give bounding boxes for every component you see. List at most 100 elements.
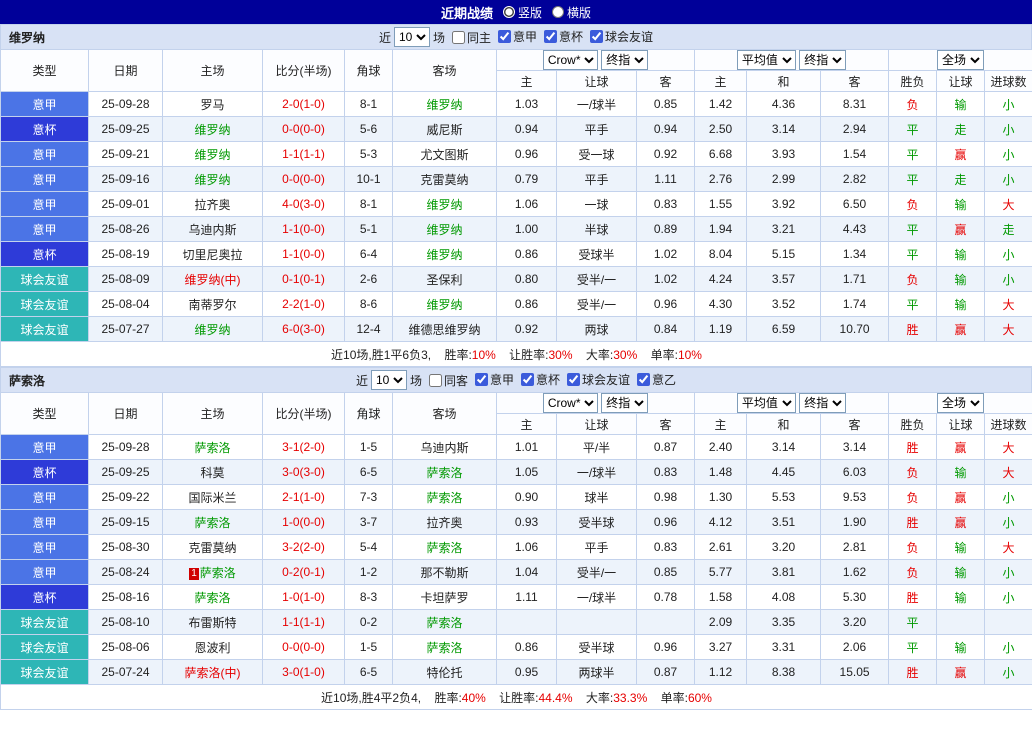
match-type-badge: 球会友谊 (1, 660, 89, 685)
vertical-layout-radio[interactable] (503, 6, 515, 18)
match-score: 3-1(2-0) (263, 435, 345, 460)
handicap-win-rate: 让胜率:44.4% (499, 691, 572, 705)
final-index-select[interactable]: 终指 (601, 50, 648, 70)
league-checkbox[interactable] (498, 30, 511, 43)
euro-odds-away: 6.03 (821, 460, 889, 485)
league-checkbox[interactable] (544, 30, 557, 43)
league-filter[interactable]: 意甲 (475, 371, 514, 388)
match-date: 25-09-01 (89, 192, 163, 217)
final-index-select[interactable]: 终指 (601, 393, 648, 413)
euro-odds-group: 平均值 终指 (695, 50, 889, 71)
away-team-name: 维罗纳 (426, 298, 462, 312)
match-score: 1-1(1-1) (263, 610, 345, 635)
result-group: 全场 (889, 393, 1032, 414)
league-filter[interactable]: 球会友谊 (590, 28, 653, 45)
handicap-odds-home: 0.79 (497, 167, 557, 192)
result-goals (985, 610, 1032, 635)
win-rate: 胜率:10% (444, 348, 495, 362)
handicap-line: 受半球 (557, 510, 637, 535)
away-team: 萨索洛 (393, 485, 497, 510)
same-venue-checkbox[interactable] (429, 374, 442, 387)
league-checkbox[interactable] (567, 373, 580, 386)
handicap-line: 两球 (557, 317, 637, 342)
match-type-badge: 意杯 (1, 460, 89, 485)
league-checkbox[interactable] (637, 373, 650, 386)
same-venue-checkbox[interactable] (452, 31, 465, 44)
league-filter[interactable]: 意甲 (498, 28, 537, 45)
league-checkbox[interactable] (521, 373, 534, 386)
average-select[interactable]: 平均值 (737, 50, 796, 70)
result-winlose: 平 (889, 610, 937, 635)
match-rows: 意甲25-09-28萨索洛3-1(2-0)1-5乌迪内斯1.01平/半0.872… (1, 435, 1032, 685)
handicap-line: 平/半 (557, 435, 637, 460)
handicap-line: 平手 (557, 167, 637, 192)
match-type-badge: 意甲 (1, 167, 89, 192)
col-odds-home: 主 (497, 71, 557, 92)
fullmatch-select[interactable]: 全场 (937, 50, 984, 70)
league-filter[interactable]: 意杯 (544, 28, 583, 45)
league-filter[interactable]: 球会友谊 (567, 371, 630, 388)
result-winlose: 胜 (889, 317, 937, 342)
result-winlose: 负 (889, 460, 937, 485)
home-team-name: 拉齐奥 (194, 198, 230, 212)
euro-odds-draw: 3.14 (747, 435, 821, 460)
league-filter[interactable]: 意杯 (521, 371, 560, 388)
euro-odds-home: 2.61 (695, 535, 747, 560)
result-goals: 小 (985, 510, 1032, 535)
match-score: 0-2(0-1) (263, 560, 345, 585)
euro-odds-home: 2.50 (695, 117, 747, 142)
corner-score: 5-6 (345, 117, 393, 142)
handicap-line: 两球半 (557, 660, 637, 685)
euro-odds-away: 3.14 (821, 435, 889, 460)
corner-score: 12-4 (345, 317, 393, 342)
same-venue-filter[interactable]: 同客 (429, 372, 468, 389)
layout-option-horizontal[interactable]: 横版 (552, 4, 591, 21)
corner-score: 6-4 (345, 242, 393, 267)
horizontal-layout-radio[interactable] (552, 6, 564, 18)
result-handicap: 输 (937, 292, 985, 317)
away-team-name: 维罗纳 (426, 223, 462, 237)
home-team: 萨索洛 (163, 585, 263, 610)
bookmaker-select[interactable]: Crow* (543, 50, 598, 70)
same-venue-filter[interactable]: 同主 (452, 29, 491, 46)
corner-score: 5-3 (345, 142, 393, 167)
result-handicap: 输 (937, 267, 985, 292)
result-handicap: 走 (937, 167, 985, 192)
league-filter[interactable]: 意乙 (637, 371, 676, 388)
result-winlose: 平 (889, 242, 937, 267)
euro-odds-away: 1.71 (821, 267, 889, 292)
match-type-badge: 意杯 (1, 585, 89, 610)
fullmatch-select[interactable]: 全场 (937, 393, 984, 413)
corner-score: 8-1 (345, 192, 393, 217)
league-filters: 意甲意杯球会友谊 (491, 28, 653, 46)
bookmaker-select[interactable]: Crow* (543, 393, 598, 413)
final-index-select[interactable]: 终指 (799, 393, 846, 413)
euro-odds-group: 平均值 终指 (695, 393, 889, 414)
home-team: 萨索洛(中) (163, 660, 263, 685)
handicap-odds-away (637, 610, 695, 635)
away-team-name: 威尼斯 (426, 123, 462, 137)
euro-odds-draw: 5.53 (747, 485, 821, 510)
handicap-line: 球半 (557, 485, 637, 510)
games-label: 场 (410, 372, 422, 389)
match-row: 意甲25-09-28罗马2-0(1-0)8-1维罗纳1.03一/球半0.851.… (1, 92, 1032, 117)
handicap-line: 一/球半 (557, 460, 637, 485)
result-goals: 小 (985, 117, 1032, 142)
col-date: 日期 (89, 50, 163, 92)
match-row: 意杯25-09-25科莫3-0(3-0)6-5萨索洛1.05一/球半0.831.… (1, 460, 1032, 485)
recent-count-select[interactable]: 10 (394, 27, 430, 47)
euro-odds-home: 1.58 (695, 585, 747, 610)
league-checkbox[interactable] (590, 30, 603, 43)
corner-score: 1-5 (345, 635, 393, 660)
average-select[interactable]: 平均值 (737, 393, 796, 413)
match-score: 2-2(1-0) (263, 292, 345, 317)
final-index-select[interactable]: 终指 (799, 50, 846, 70)
league-checkbox[interactable] (475, 373, 488, 386)
match-date: 25-07-24 (89, 660, 163, 685)
result-winlose: 负 (889, 192, 937, 217)
match-score: 3-0(3-0) (263, 460, 345, 485)
recent-count-select[interactable]: 10 (371, 370, 407, 390)
result-winlose: 胜 (889, 435, 937, 460)
home-team: 萨索洛 (163, 435, 263, 460)
layout-option-vertical[interactable]: 竖版 (503, 4, 542, 21)
